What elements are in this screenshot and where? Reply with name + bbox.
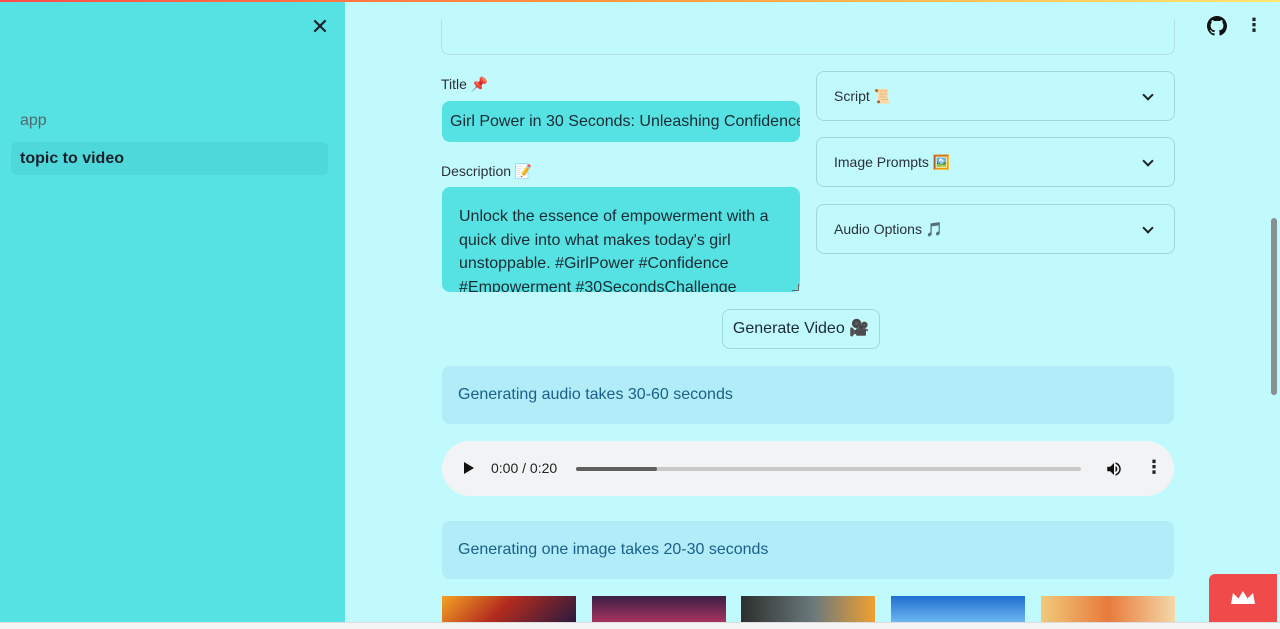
crown-icon xyxy=(1231,591,1255,604)
description-textarea[interactable]: Unlock the essence of empowerment with a… xyxy=(442,187,800,292)
generated-image-thumbnail[interactable] xyxy=(1041,596,1175,622)
audio-progress-fill xyxy=(576,467,657,471)
script-expander-label: Script 📜 xyxy=(834,88,892,104)
top-decoration-bar xyxy=(0,0,1280,2)
more-vertical-icon[interactable]: ⋮ xyxy=(1145,458,1163,476)
volume-icon[interactable] xyxy=(1105,460,1123,478)
sidebar-item-app[interactable]: app xyxy=(11,104,328,137)
github-icon[interactable] xyxy=(1207,16,1227,36)
chevron-down-icon xyxy=(1142,155,1154,167)
audio-options-expander-label: Audio Options 🎵 xyxy=(834,221,944,237)
audio-options-expander[interactable]: Audio Options 🎵 xyxy=(816,204,1175,254)
more-vertical-icon[interactable]: ⋮ xyxy=(1244,16,1264,36)
chevron-down-icon xyxy=(1142,89,1154,101)
resize-handle-icon[interactable] xyxy=(792,284,799,291)
deploy-button[interactable] xyxy=(1209,574,1277,622)
scrollbar[interactable] xyxy=(1271,218,1277,395)
audio-player: 0:00 / 0:20 ⋮ xyxy=(442,441,1174,496)
generated-image-thumbnail[interactable] xyxy=(442,596,576,622)
image-prompts-expander[interactable]: Image Prompts 🖼️ xyxy=(816,137,1175,187)
audio-info-alert: Generating audio takes 30-60 seconds xyxy=(442,366,1174,424)
sidebar: ✕ app topic to video xyxy=(0,0,345,622)
play-icon[interactable] xyxy=(464,462,474,474)
bottom-bar xyxy=(0,622,1280,629)
sidebar-item-topic-to-video[interactable]: topic to video xyxy=(11,142,328,175)
audio-seek-bar[interactable] xyxy=(576,467,1081,471)
generated-image-thumbnail[interactable] xyxy=(592,596,726,622)
image-info-alert: Generating one image takes 20-30 seconds xyxy=(442,521,1174,579)
description-label: Description 📝 xyxy=(441,163,533,179)
image-prompts-expander-label: Image Prompts 🖼️ xyxy=(834,154,951,170)
generated-image-thumbnail[interactable] xyxy=(741,596,875,622)
generated-image-thumbnail[interactable] xyxy=(891,596,1025,622)
title-input[interactable]: Girl Power in 30 Seconds: Unleashing Con… xyxy=(442,101,800,142)
chevron-down-icon xyxy=(1142,222,1154,234)
audio-time: 0:00 / 0:20 xyxy=(491,460,558,476)
previous-field xyxy=(441,20,1175,55)
close-icon[interactable]: ✕ xyxy=(309,16,331,38)
generate-video-button[interactable]: Generate Video 🎥 xyxy=(722,309,880,349)
script-expander[interactable]: Script 📜 xyxy=(816,71,1175,121)
title-label: Title 📌 xyxy=(441,76,489,92)
